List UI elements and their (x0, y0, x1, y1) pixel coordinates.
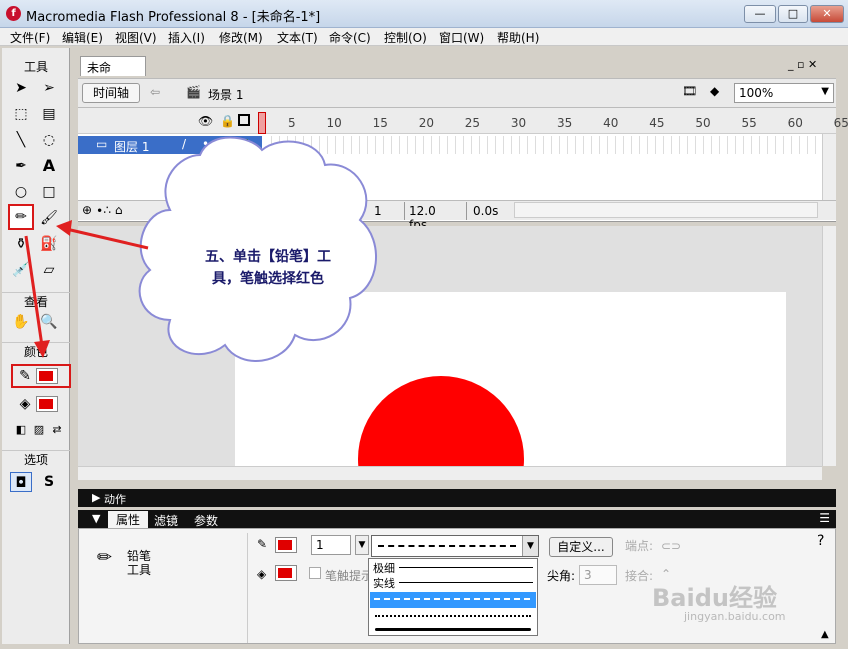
annotation-arrow-stroke (24, 235, 44, 347)
baidu-watermark: Baidu经验 (652, 584, 777, 612)
annotation-overlay (24, 136, 377, 362)
watermark-url: jingyan.baidu.com (684, 610, 786, 623)
callout-text: 五、单击【铅笔】工 具，笔触选择红色 (205, 249, 331, 287)
annotation-arrow-pencil (61, 226, 149, 250)
